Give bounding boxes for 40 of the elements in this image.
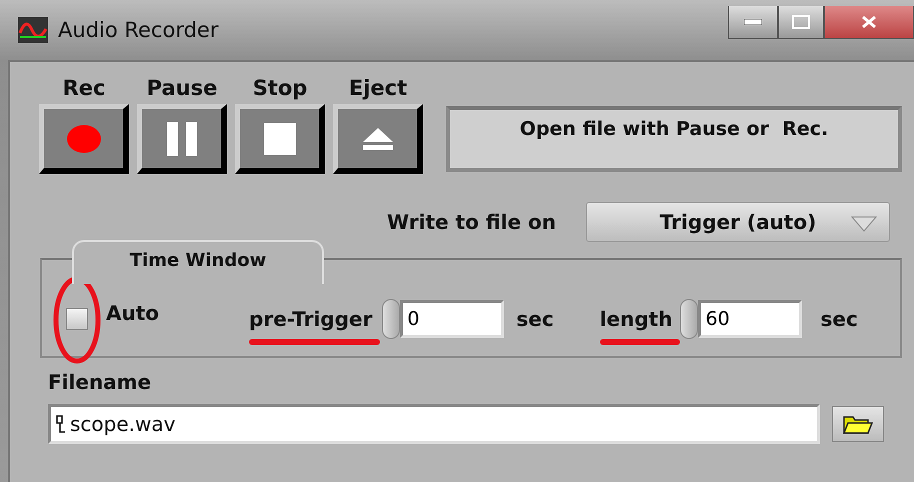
pause-button[interactable] bbox=[137, 104, 227, 174]
minimize-button[interactable] bbox=[728, 6, 778, 39]
maximize-icon bbox=[792, 15, 810, 29]
input-field[interactable]: 0 bbox=[400, 300, 504, 338]
button-label: Rec bbox=[62, 76, 106, 100]
button-label: Pause bbox=[146, 76, 218, 100]
field-label: Filename bbox=[48, 370, 152, 394]
input-field[interactable]: 60 bbox=[698, 300, 802, 338]
field-label: pre-Trigger bbox=[249, 307, 372, 331]
record-button[interactable] bbox=[39, 104, 129, 174]
browse-button[interactable] bbox=[832, 406, 884, 442]
stop-icon bbox=[264, 122, 296, 154]
close-button[interactable] bbox=[824, 6, 914, 39]
spinner-control[interactable] bbox=[382, 299, 400, 339]
stop-button[interactable] bbox=[235, 104, 325, 174]
folder-icon bbox=[843, 414, 873, 434]
window-title: Audio Recorder bbox=[58, 18, 218, 42]
minimize-icon bbox=[744, 19, 762, 25]
write-mode-dropdown[interactable]: Trigger (auto) bbox=[586, 202, 890, 242]
button-label: Stop bbox=[252, 76, 308, 100]
write-mode-label: Write to file on bbox=[387, 210, 556, 234]
filename-field[interactable]: scope.wav bbox=[48, 404, 820, 444]
unit-label: sec bbox=[516, 307, 554, 331]
maximize-button[interactable] bbox=[778, 6, 824, 39]
status-display: Open file with Pause or Rec. bbox=[446, 106, 902, 172]
auto-checkbox[interactable] bbox=[66, 308, 88, 330]
close-icon bbox=[861, 15, 877, 29]
checkbox-label: Auto bbox=[106, 301, 160, 325]
record-icon bbox=[66, 124, 100, 152]
pause-icon bbox=[166, 122, 196, 156]
filename-value: scope.wav bbox=[70, 412, 176, 436]
button-label: Eject bbox=[348, 76, 408, 100]
app-icon bbox=[18, 17, 48, 43]
path-icon bbox=[55, 414, 67, 434]
field-label: length bbox=[600, 307, 672, 331]
dropdown-arrow-icon bbox=[851, 216, 877, 232]
unit-label: sec bbox=[820, 307, 858, 331]
spinner-control[interactable] bbox=[680, 299, 698, 339]
eject-icon bbox=[362, 128, 392, 150]
eject-button[interactable] bbox=[333, 104, 423, 174]
